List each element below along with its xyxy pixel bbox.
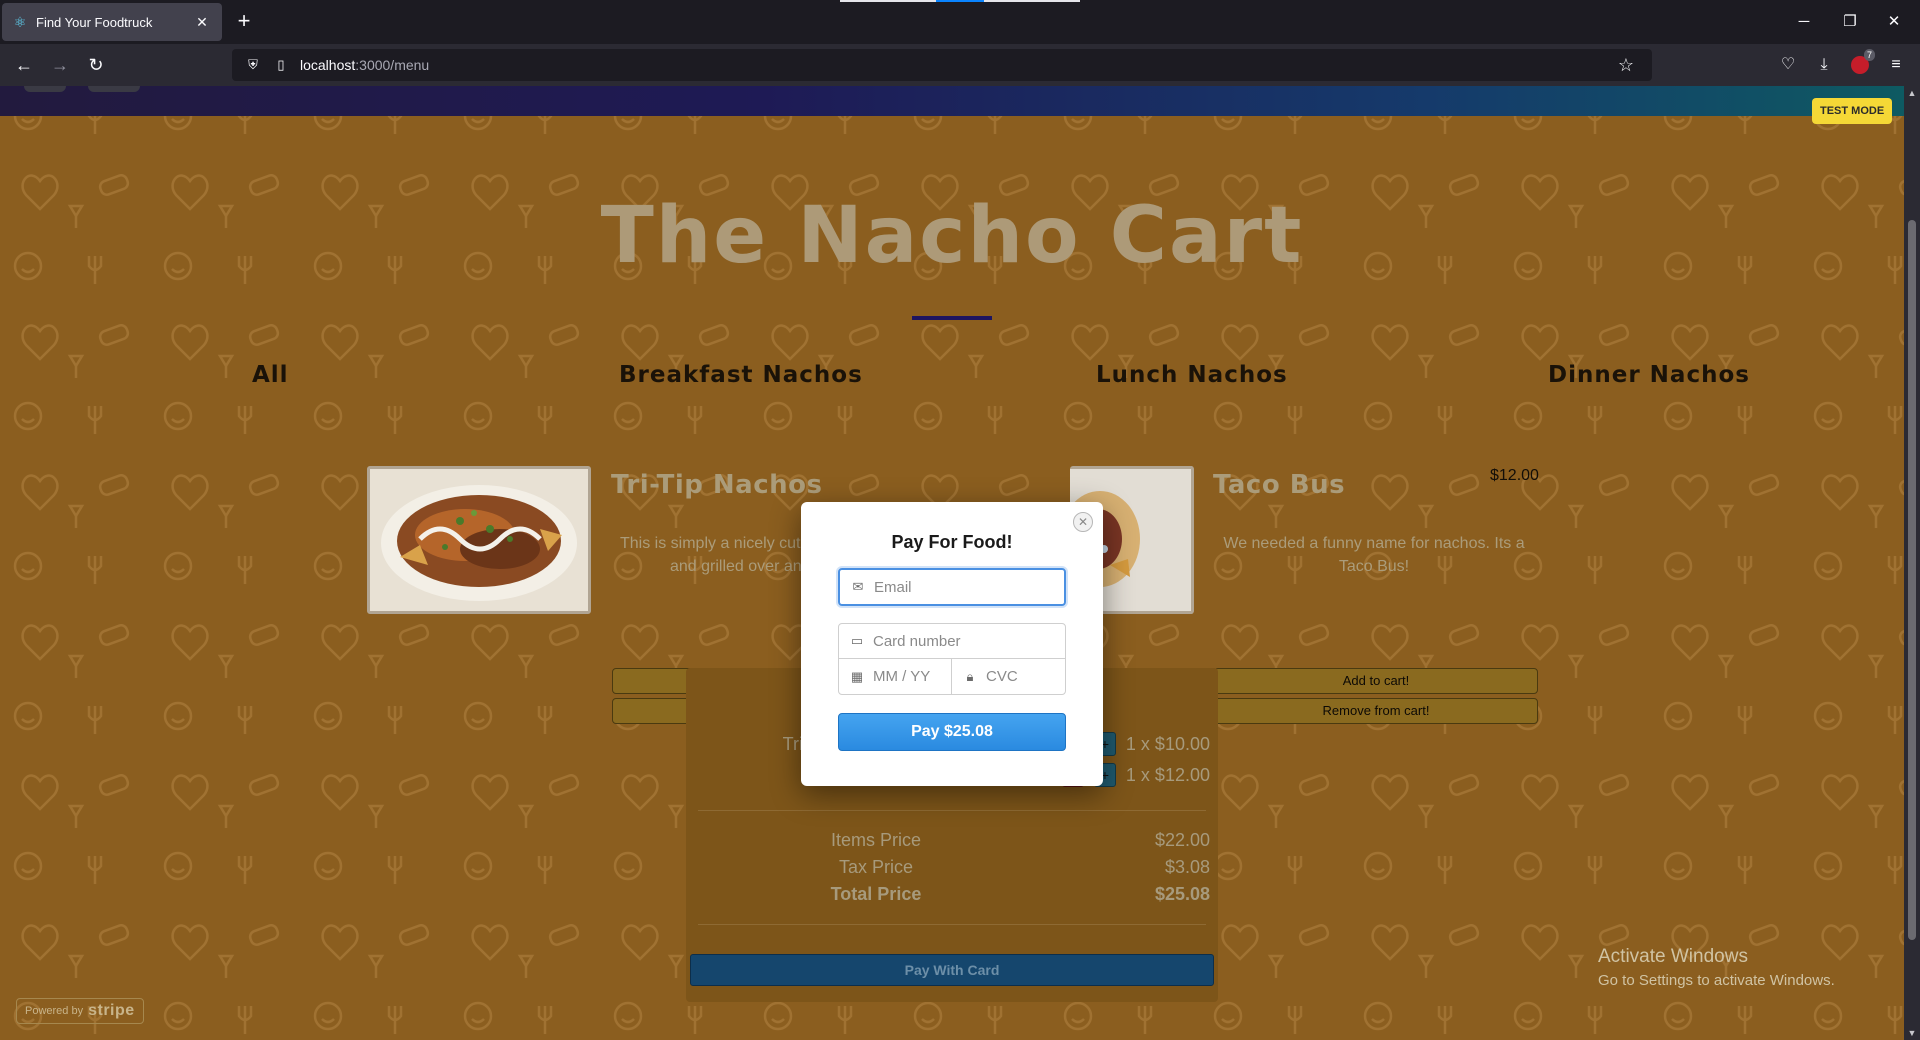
pay-button[interactable]: Pay $25.08 bbox=[838, 713, 1066, 751]
lock-icon: 🔒︎ bbox=[966, 668, 974, 684]
shield-icon[interactable]: ⛨ bbox=[244, 57, 262, 73]
powered-by-stripe[interactable]: Powered by stripe bbox=[16, 998, 144, 1024]
test-mode-badge: TEST MODE bbox=[1812, 98, 1893, 124]
order-item-qty-price: 1 x $10.00 bbox=[1125, 734, 1210, 754]
page-title: The Nacho Cart bbox=[600, 191, 1304, 281]
restore-button[interactable]: ❐ bbox=[1838, 10, 1862, 34]
tri-tip-nachos-image bbox=[367, 466, 591, 614]
tax-label: Tax Price bbox=[838, 857, 914, 877]
tab-title: Find Your Foodtruck bbox=[36, 14, 153, 30]
hero-strip bbox=[0, 86, 1904, 116]
browser-navbar: ← → ↻ ⛨ ▯ localhost:3000/menu ☆ ♡ ⤓ 7 ≡ bbox=[0, 44, 1920, 86]
card-number-placeholder: Card number bbox=[873, 632, 961, 650]
activate-windows-title: Activate Windows bbox=[1598, 946, 1748, 967]
activate-windows-subtitle: Go to Settings to activate Windows. bbox=[1598, 972, 1835, 989]
page-icon: ▯ bbox=[277, 57, 285, 72]
card-expiry-placeholder: MM / YY bbox=[873, 668, 931, 685]
downloads-icon[interactable]: ⤓ bbox=[1812, 53, 1836, 77]
category-tab-breakfast[interactable]: Breakfast Nachos bbox=[619, 362, 863, 388]
category-tab-dinner[interactable]: Dinner Nachos bbox=[1548, 362, 1750, 388]
card-number-field[interactable]: ▭ Card number bbox=[839, 624, 1065, 659]
item-name: Taco Bus bbox=[1213, 470, 1346, 500]
order-divider bbox=[698, 924, 1206, 925]
items-price-value: $22.00 bbox=[1154, 830, 1210, 850]
item-name: Tri-Tip Nachos bbox=[611, 470, 823, 500]
add-to-cart-button[interactable]: Add to cart! bbox=[1214, 668, 1538, 694]
title-divider bbox=[912, 316, 992, 320]
tab-close-icon[interactable]: ✕ bbox=[192, 12, 212, 32]
modal-title: Pay For Food! bbox=[891, 532, 1013, 552]
stripe-logo: stripe bbox=[88, 1002, 135, 1019]
header-button-edge bbox=[88, 86, 140, 92]
bookmark-star-icon[interactable]: ☆ bbox=[1614, 53, 1638, 77]
calendar-icon: ▦ bbox=[850, 668, 864, 684]
stripe-checkout-modal: ✕ Pay For Food! ✉ Email ▭ Card number ▦ … bbox=[801, 502, 1103, 786]
item-description: We needed a funny name for nachos. Its a… bbox=[1214, 532, 1534, 578]
item-price: $12.00 bbox=[1490, 467, 1539, 484]
card-details-group: ▭ Card number ▦ MM / YY 🔒︎ CVC bbox=[838, 623, 1066, 695]
card-cvc-placeholder: CVC bbox=[986, 668, 1018, 685]
back-arrow-icon[interactable]: ← bbox=[12, 53, 36, 77]
header-button-edge bbox=[24, 86, 66, 92]
tax-value: $3.08 bbox=[1164, 857, 1210, 877]
item-description-line: Taco Bus! bbox=[1338, 558, 1410, 575]
url-bar[interactable]: ⛨ ▯ localhost:3000/menu ☆ bbox=[232, 49, 1652, 81]
items-price-label: Items Price bbox=[830, 830, 922, 850]
powered-by-label: Powered by bbox=[25, 1005, 84, 1017]
email-field[interactable]: ✉ Email bbox=[838, 568, 1066, 606]
minimize-button[interactable]: ─ bbox=[1792, 10, 1816, 34]
order-item-qty-price: 1 x $12.00 bbox=[1125, 765, 1210, 785]
card-cvc-field[interactable]: 🔒︎ CVC bbox=[952, 659, 1065, 694]
category-tab-lunch[interactable]: Lunch Nachos bbox=[1096, 362, 1288, 388]
scroll-down-arrow[interactable]: ▼ bbox=[1904, 1026, 1920, 1040]
close-icon[interactable]: ✕ bbox=[1073, 512, 1093, 532]
category-tab-all[interactable]: All bbox=[252, 362, 289, 388]
react-icon: ⚛ bbox=[13, 13, 27, 30]
url-host: localhost bbox=[300, 57, 356, 73]
close-window-button[interactable]: ✕ bbox=[1882, 10, 1906, 34]
new-tab-button[interactable]: + bbox=[232, 10, 256, 34]
extension-badge: 7 bbox=[1863, 49, 1875, 61]
pocket-icon[interactable]: ♡ bbox=[1776, 53, 1800, 77]
order-divider bbox=[698, 810, 1206, 811]
scrollbar-thumb[interactable] bbox=[1908, 220, 1916, 940]
page-viewport: TEST MODE The Nacho Cart All Breakfast N… bbox=[0, 86, 1904, 1040]
nachos-photo bbox=[370, 469, 588, 611]
remove-from-cart-button[interactable]: Remove from cart! bbox=[1214, 698, 1538, 724]
pay-with-card-button[interactable]: Pay With Card bbox=[690, 954, 1214, 986]
page-scrollbar[interactable]: ▲ ▼ bbox=[1904, 86, 1920, 1040]
url-path: :3000/menu bbox=[355, 57, 430, 73]
drag-indicator-active bbox=[936, 0, 984, 2]
envelope-icon: ✉ bbox=[852, 579, 864, 594]
scroll-up-arrow[interactable]: ▲ bbox=[1904, 86, 1920, 100]
browser-tab[interactable]: ⚛ Find Your Foodtruck ✕ bbox=[2, 3, 222, 41]
item-description-line: We needed a funny name for nachos. Its a bbox=[1223, 535, 1525, 552]
browser-tabbar: ⚛ Find Your Foodtruck ✕ + ─ ❐ ✕ bbox=[0, 0, 1920, 44]
credit-card-icon: ▭ bbox=[850, 633, 864, 648]
extension-icon[interactable]: 7 bbox=[1848, 49, 1875, 77]
drag-indicator bbox=[984, 0, 1080, 2]
card-expiry-field[interactable]: ▦ MM / YY bbox=[839, 659, 952, 694]
total-price-value: $25.08 bbox=[1154, 884, 1210, 904]
forward-arrow-icon[interactable]: → bbox=[48, 53, 72, 77]
drag-indicator bbox=[840, 0, 936, 2]
email-placeholder: Email bbox=[874, 578, 912, 596]
total-price-label: Total Price bbox=[830, 884, 922, 904]
menu-icon[interactable]: ≡ bbox=[1884, 53, 1908, 77]
reload-icon[interactable]: ↻ bbox=[84, 53, 108, 77]
